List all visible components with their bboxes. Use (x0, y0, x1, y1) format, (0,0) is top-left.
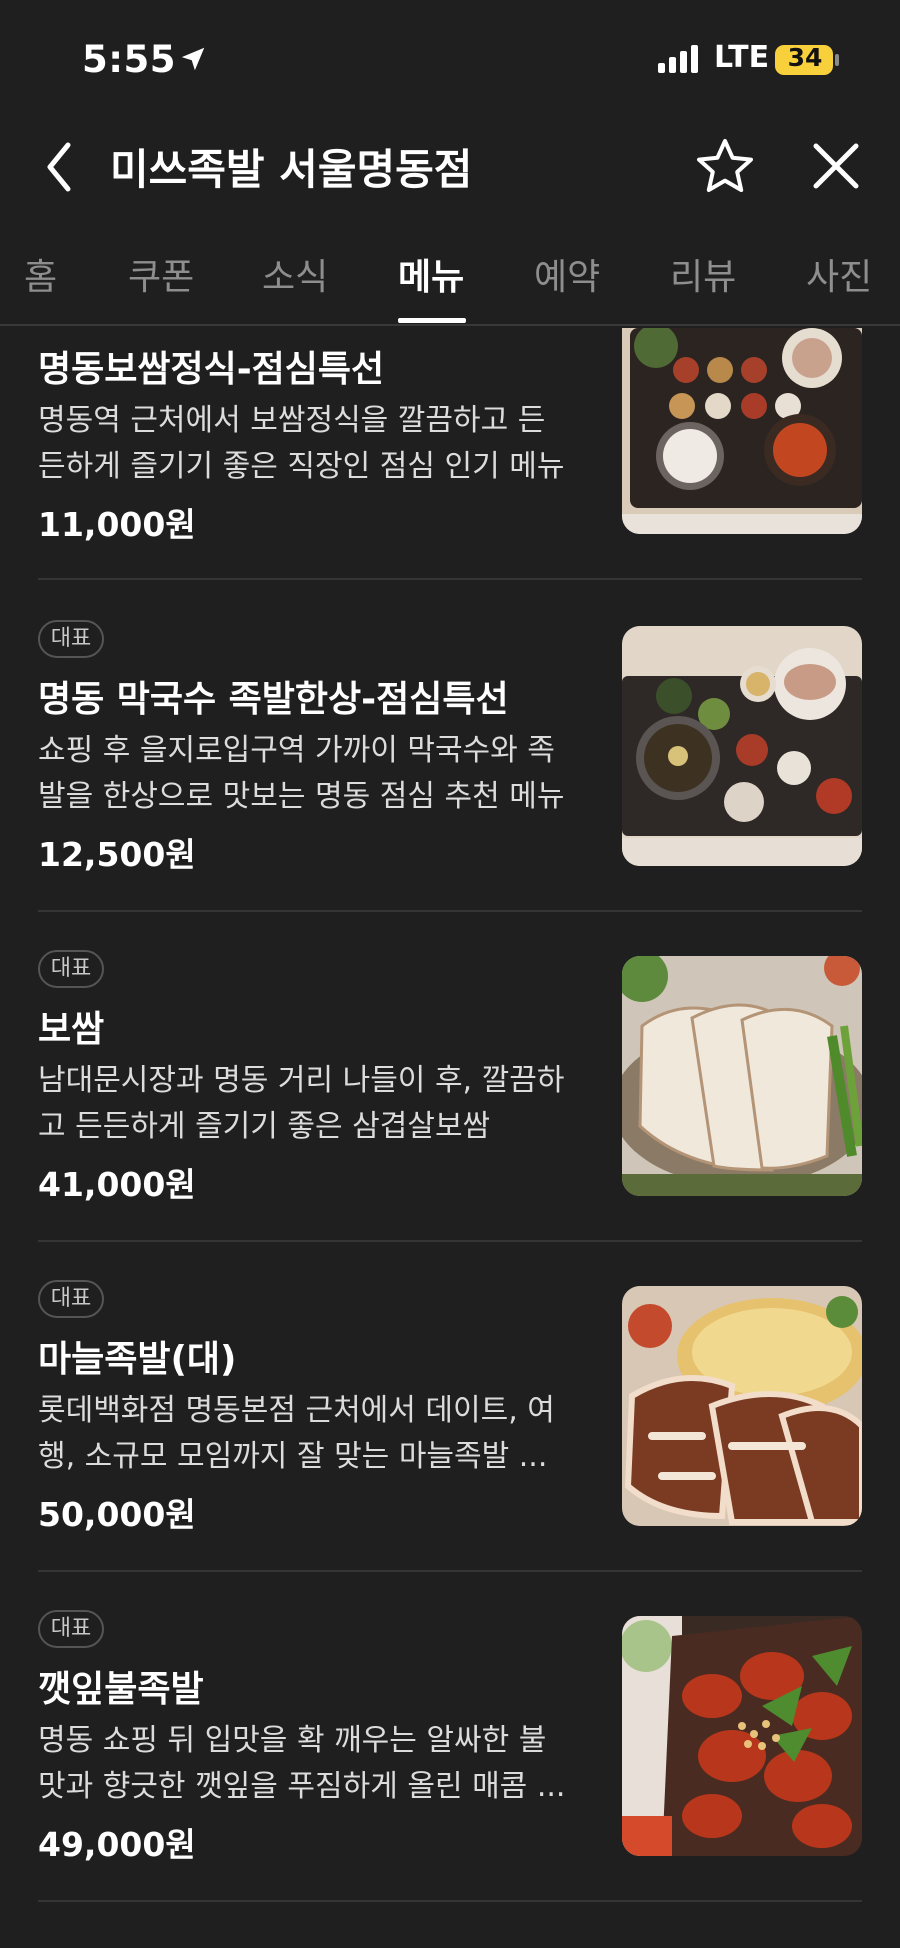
menu-item-name: 명동 막국수 족발한상-점심특선 (38, 679, 509, 720)
back-icon[interactable] (38, 137, 82, 197)
menu-item-description: 명동 쇼핑 뒤 입맛을 확 깨우는 알싸한 불 맛과 향긋한 깻잎을 푸짐하게 … (38, 1723, 566, 1804)
menu-item-photo (622, 1616, 862, 1856)
location-arrow-icon (181, 47, 205, 71)
signature-badge: 대표 (38, 1610, 104, 1648)
tab-home[interactable]: 홈 (24, 248, 57, 300)
menu-item-photo (622, 956, 862, 1196)
menu-item-photo (622, 328, 862, 534)
signature-badge: 대표 (38, 1280, 104, 1318)
menu-item-name: 마늘족발(대) (38, 1339, 237, 1380)
tab-photos[interactable]: 사진 (806, 248, 872, 300)
menu-item[interactable]: 명동보쌈정식-점심특선 명동역 근처에서 보쌈정식을 깔끔하고 든 든하게 즐기… (0, 328, 900, 658)
status-bar: 5:55 LTE 34 (0, 0, 900, 120)
menu-item[interactable]: 대표 보쌈 남대문시장과 명동 거리 나들이 후, 깔끔하 고 든든하게 즐기기… (0, 940, 900, 1270)
close-icon[interactable] (808, 138, 864, 194)
divider (38, 1570, 862, 1572)
tab-menu[interactable]: 메뉴 (398, 248, 464, 300)
divider (38, 1240, 862, 1242)
menu-item-name: 보쌈 (38, 1009, 105, 1050)
menu-item-price: 41,000원 (38, 1165, 196, 1204)
menu-item[interactable]: 대표 마늘족발(대) 롯데백화점 명동본점 근처에서 데이트, 여 행, 소규모… (0, 1270, 900, 1600)
menu-item[interactable]: 대표 깻잎불족발 명동 쇼핑 뒤 입맛을 확 깨우는 알싸한 불 맛과 향긋한 … (0, 1600, 900, 1930)
menu-item-photo (622, 1286, 862, 1526)
menu-item[interactable]: 대표 명동 막국수 족발한상-점심특선 쇼핑 후 을지로입구역 가까이 막국수와… (0, 610, 900, 940)
menu-item-price: 50,000원 (38, 1495, 196, 1534)
menu-item-description: 쇼핑 후 을지로입구역 가까이 막국수와 족 발을 한상으로 맛보는 명동 점심… (38, 733, 565, 814)
page-title: 미쓰족발 서울명동점 (110, 145, 473, 194)
tab-bar: 홈 쿠폰 소식 메뉴 예약 리뷰 사진 (0, 230, 900, 326)
tab-news[interactable]: 소식 (262, 248, 328, 300)
menu-item-description: 남대문시장과 명동 거리 나들이 후, 깔끔하 고 든든하게 즐기기 좋은 삼겹… (38, 1063, 565, 1144)
network-type: LTE (714, 40, 770, 75)
menu-item-price: 12,500원 (38, 835, 196, 874)
tab-reservation[interactable]: 예약 (534, 248, 600, 300)
divider (38, 578, 862, 580)
menu-item-price: 11,000원 (38, 505, 196, 544)
battery-level: 34 (787, 43, 823, 72)
tab-coupon[interactable]: 쿠폰 (128, 248, 194, 300)
active-tab-indicator (398, 318, 466, 323)
menu-item-name: 명동보쌈정식-점심특선 (38, 349, 385, 390)
divider (38, 1900, 862, 1902)
signature-badge: 대표 (38, 620, 104, 658)
status-time: 5:55 (82, 38, 177, 81)
cellular-signal-icon (658, 45, 698, 73)
menu-item-price: 49,000원 (38, 1825, 196, 1864)
tab-reviews[interactable]: 리뷰 (670, 248, 736, 300)
menu-item-photo (622, 626, 862, 866)
divider (38, 910, 862, 912)
signature-badge: 대표 (38, 950, 104, 988)
app-header: 미쓰족발 서울명동점 (0, 120, 900, 220)
star-icon[interactable] (694, 136, 756, 198)
menu-item-name: 깻잎불족발 (38, 1669, 204, 1710)
menu-item-description: 롯데백화점 명동본점 근처에서 데이트, 여 행, 소규모 모임까지 잘 맞는 … (38, 1393, 555, 1474)
menu-item-description: 명동역 근처에서 보쌈정식을 깔끔하고 든 든하게 즐기기 좋은 직장인 점심 … (38, 403, 565, 484)
